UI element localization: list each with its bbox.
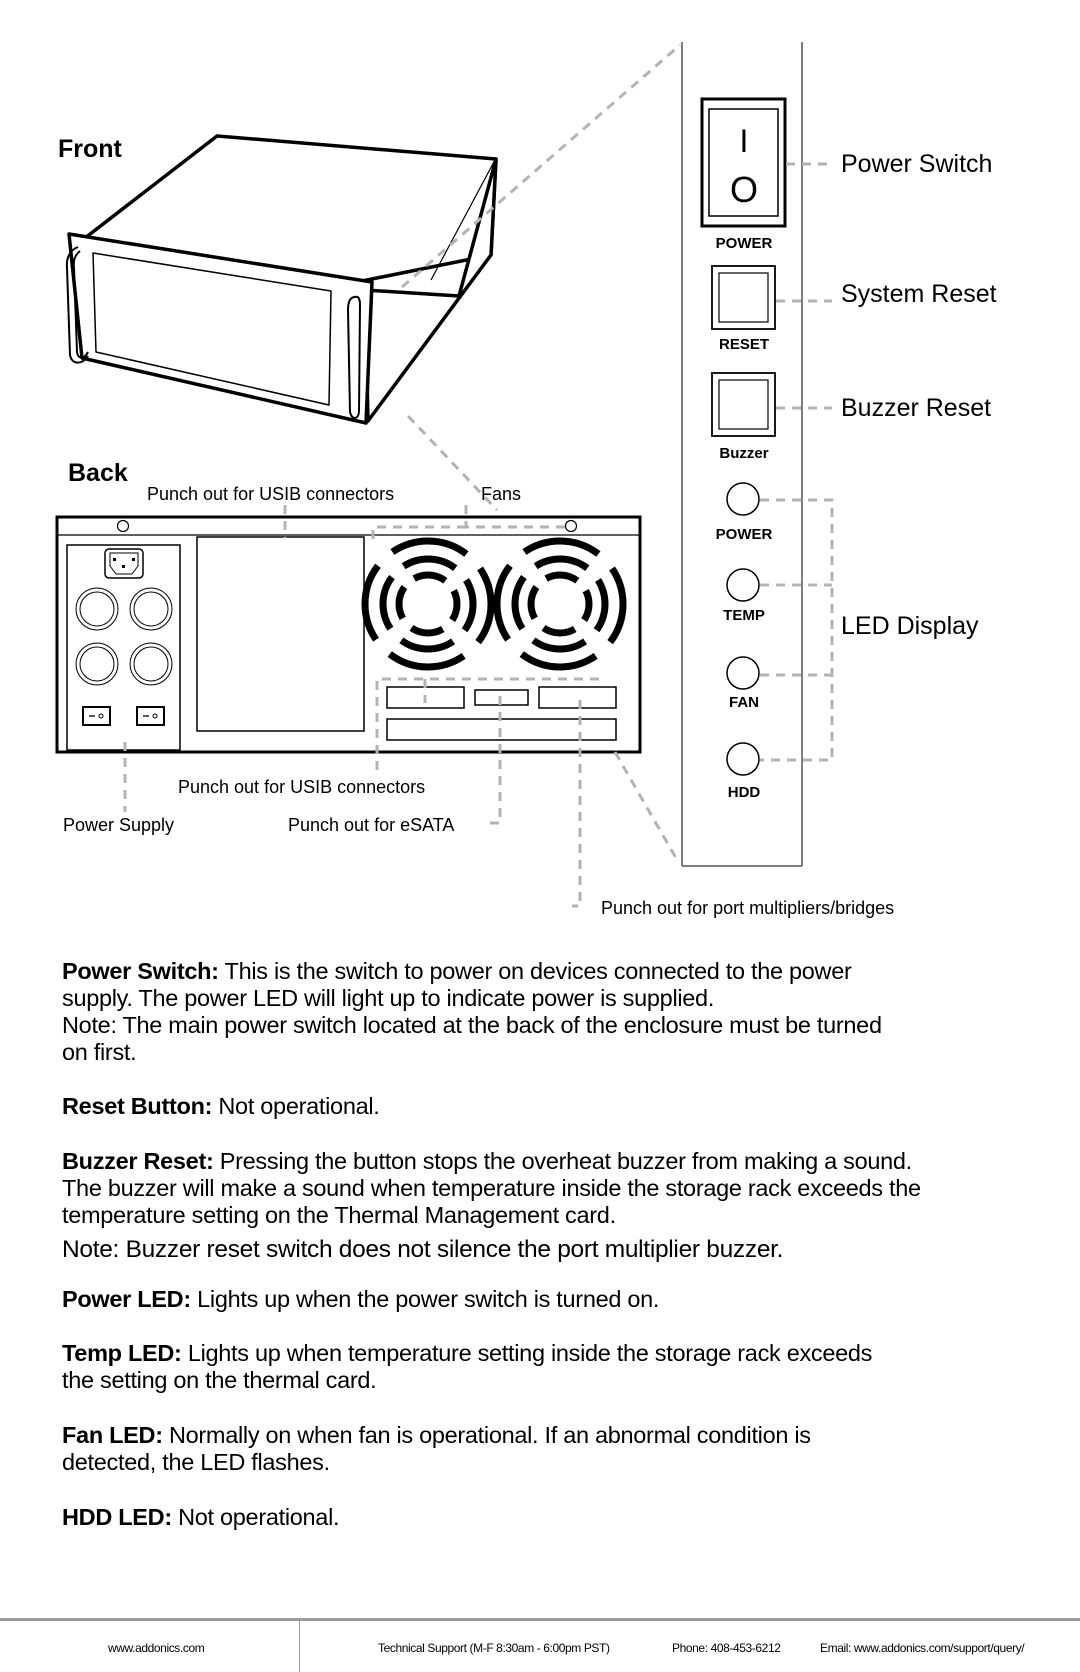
temp-led-description: Temp LED: Lights up when temperature set…: [62, 1340, 1042, 1394]
hdd-led-description: HDD LED: Not operational.: [62, 1504, 1042, 1531]
right-handle: [347, 295, 361, 419]
led-display-callout: LED Display: [841, 612, 979, 640]
temp-led-icon: [726, 568, 760, 602]
front-heading: Front: [58, 135, 123, 163]
usib-bottom-callout: Punch out for USIB connectors: [178, 777, 425, 797]
panel-zoom-leader-bottom: [613, 751, 678, 859]
mount-hole-right: [564, 519, 578, 533]
power-supply-callout: Power Supply: [63, 815, 174, 835]
psu-fan-grille-inner: [79, 646, 115, 682]
reset-button[interactable]: [711, 265, 776, 330]
buzzer-button-face: [718, 379, 769, 430]
back-heading: Back: [68, 459, 128, 487]
system-reset-callout: System Reset: [841, 280, 997, 308]
buzzer-reset-button[interactable]: [711, 372, 776, 437]
psu-switch-mark: [98, 713, 104, 719]
description-term: Fan LED:: [62, 1422, 163, 1448]
description-text: Pressing the button stops the overheat b…: [219, 1148, 912, 1174]
enclosure-diagram: Front I O POWER RESET Buzzer POWER TEMP …: [55, 42, 997, 918]
ac-inlet-socket: [109, 552, 139, 575]
back-panel-illustration: [55, 515, 642, 754]
reset-button-label: RESET: [719, 336, 769, 353]
footer-website-link[interactable]: www.addonics.com: [108, 1641, 205, 1655]
description-text: Not operational.: [218, 1093, 380, 1119]
ac-inlet-pin: [113, 558, 116, 561]
description-text: Normally on when fan is operational. If …: [168, 1422, 811, 1448]
fans-callout: Fans: [481, 484, 521, 504]
fan-led-label: FAN: [729, 694, 759, 711]
power-switch-callout: Power Switch: [841, 150, 992, 178]
power-led-icon: [726, 482, 760, 516]
description-text: detected, the LED flashes.: [62, 1449, 330, 1475]
description-text: Not operational.: [178, 1504, 340, 1530]
hdd-led-label: HDD: [728, 784, 761, 801]
power-button-label: POWER: [716, 235, 773, 252]
description-term: Temp LED:: [62, 1340, 182, 1366]
psu-switch-mark: [152, 713, 158, 719]
temp-led-label: TEMP: [723, 607, 765, 624]
description-text: The buzzer will make a sound when temper…: [62, 1175, 921, 1201]
footer-divider: [299, 1621, 300, 1672]
page-footer: www.addonics.com Technical Support (M-F …: [0, 1618, 1080, 1672]
description-text: This is the switch to power on devices c…: [224, 958, 852, 984]
psu-fan-grille-inner: [133, 646, 169, 682]
description-text: Lights up when temperature setting insid…: [187, 1340, 873, 1366]
description-term: HDD LED:: [62, 1504, 172, 1530]
description-text: Note: The main power switch located at t…: [62, 1012, 882, 1038]
psu-switch-left: [82, 706, 111, 726]
hdd-led-icon: [726, 742, 760, 776]
description-term: Reset Button:: [62, 1093, 213, 1119]
front-panel-detail: I O POWER RESET Buzzer POWER TEMP FAN HD…: [681, 42, 803, 867]
ac-inlet-pin: [122, 565, 125, 568]
port-multipliers-callout: Punch out for port multipliers/bridges: [601, 898, 894, 918]
footer-email-link[interactable]: Email: www.addonics.com/support/query/: [820, 1641, 1025, 1655]
description-text: on first.: [62, 1039, 137, 1065]
buzzer-reset-description: Buzzer Reset: Pressing the button stops …: [62, 1148, 1042, 1229]
power-switch[interactable]: I O: [700, 97, 787, 228]
description-text: supply. The power LED will light up to i…: [62, 985, 715, 1011]
buzzer-note: Note: Buzzer reset switch does not silen…: [62, 1236, 1042, 1263]
footer-phone: Phone: 408-453-6212: [672, 1641, 781, 1655]
power-led-label: POWER: [716, 526, 773, 543]
usib-punch-out-area: [196, 536, 365, 732]
power-led-description: Power LED: Lights up when the power swit…: [62, 1286, 1042, 1313]
reset-button-description: Reset Button: Not operational.: [62, 1093, 1042, 1120]
switch-off-symbol: O: [730, 169, 758, 210]
description-term: Power LED:: [62, 1286, 191, 1312]
front-enclosure-illustration: [65, 134, 498, 425]
ac-inlet-pin: [132, 558, 135, 561]
reset-button-face: [718, 272, 769, 323]
description-text: the setting on the thermal card.: [62, 1367, 377, 1393]
description-term: Power Switch:: [62, 958, 219, 984]
description-text: Note: Buzzer reset switch does not silen…: [62, 1236, 784, 1263]
port-punch-out-2: [538, 686, 617, 709]
fan-led-description: Fan LED: Normally on when fan is operati…: [62, 1422, 1042, 1476]
description-text: temperature setting on the Thermal Manag…: [62, 1202, 616, 1228]
buzzer-reset-callout: Buzzer Reset: [841, 394, 991, 422]
psu-switch-right: [136, 706, 165, 726]
mount-hole-left: [116, 519, 130, 533]
buzzer-button-label: Buzzer: [719, 445, 768, 462]
power-switch-description: Power Switch: This is the switch to powe…: [62, 958, 1042, 1066]
footer-support-hours: Technical Support (M-F 8:30am - 6:00pm P…: [378, 1641, 610, 1655]
description-text: Lights up when the power switch is turne…: [197, 1286, 660, 1312]
description-term: Buzzer Reset:: [62, 1148, 214, 1174]
psu-fan-grille-inner: [79, 591, 115, 627]
psu-fan-grille-inner: [133, 591, 169, 627]
usib-top-callout: Punch out for USIB connectors: [147, 484, 394, 504]
esata-callout: Punch out for eSATA: [288, 815, 454, 835]
switch-on-symbol: I: [740, 123, 749, 159]
fan-led-icon: [726, 656, 760, 690]
